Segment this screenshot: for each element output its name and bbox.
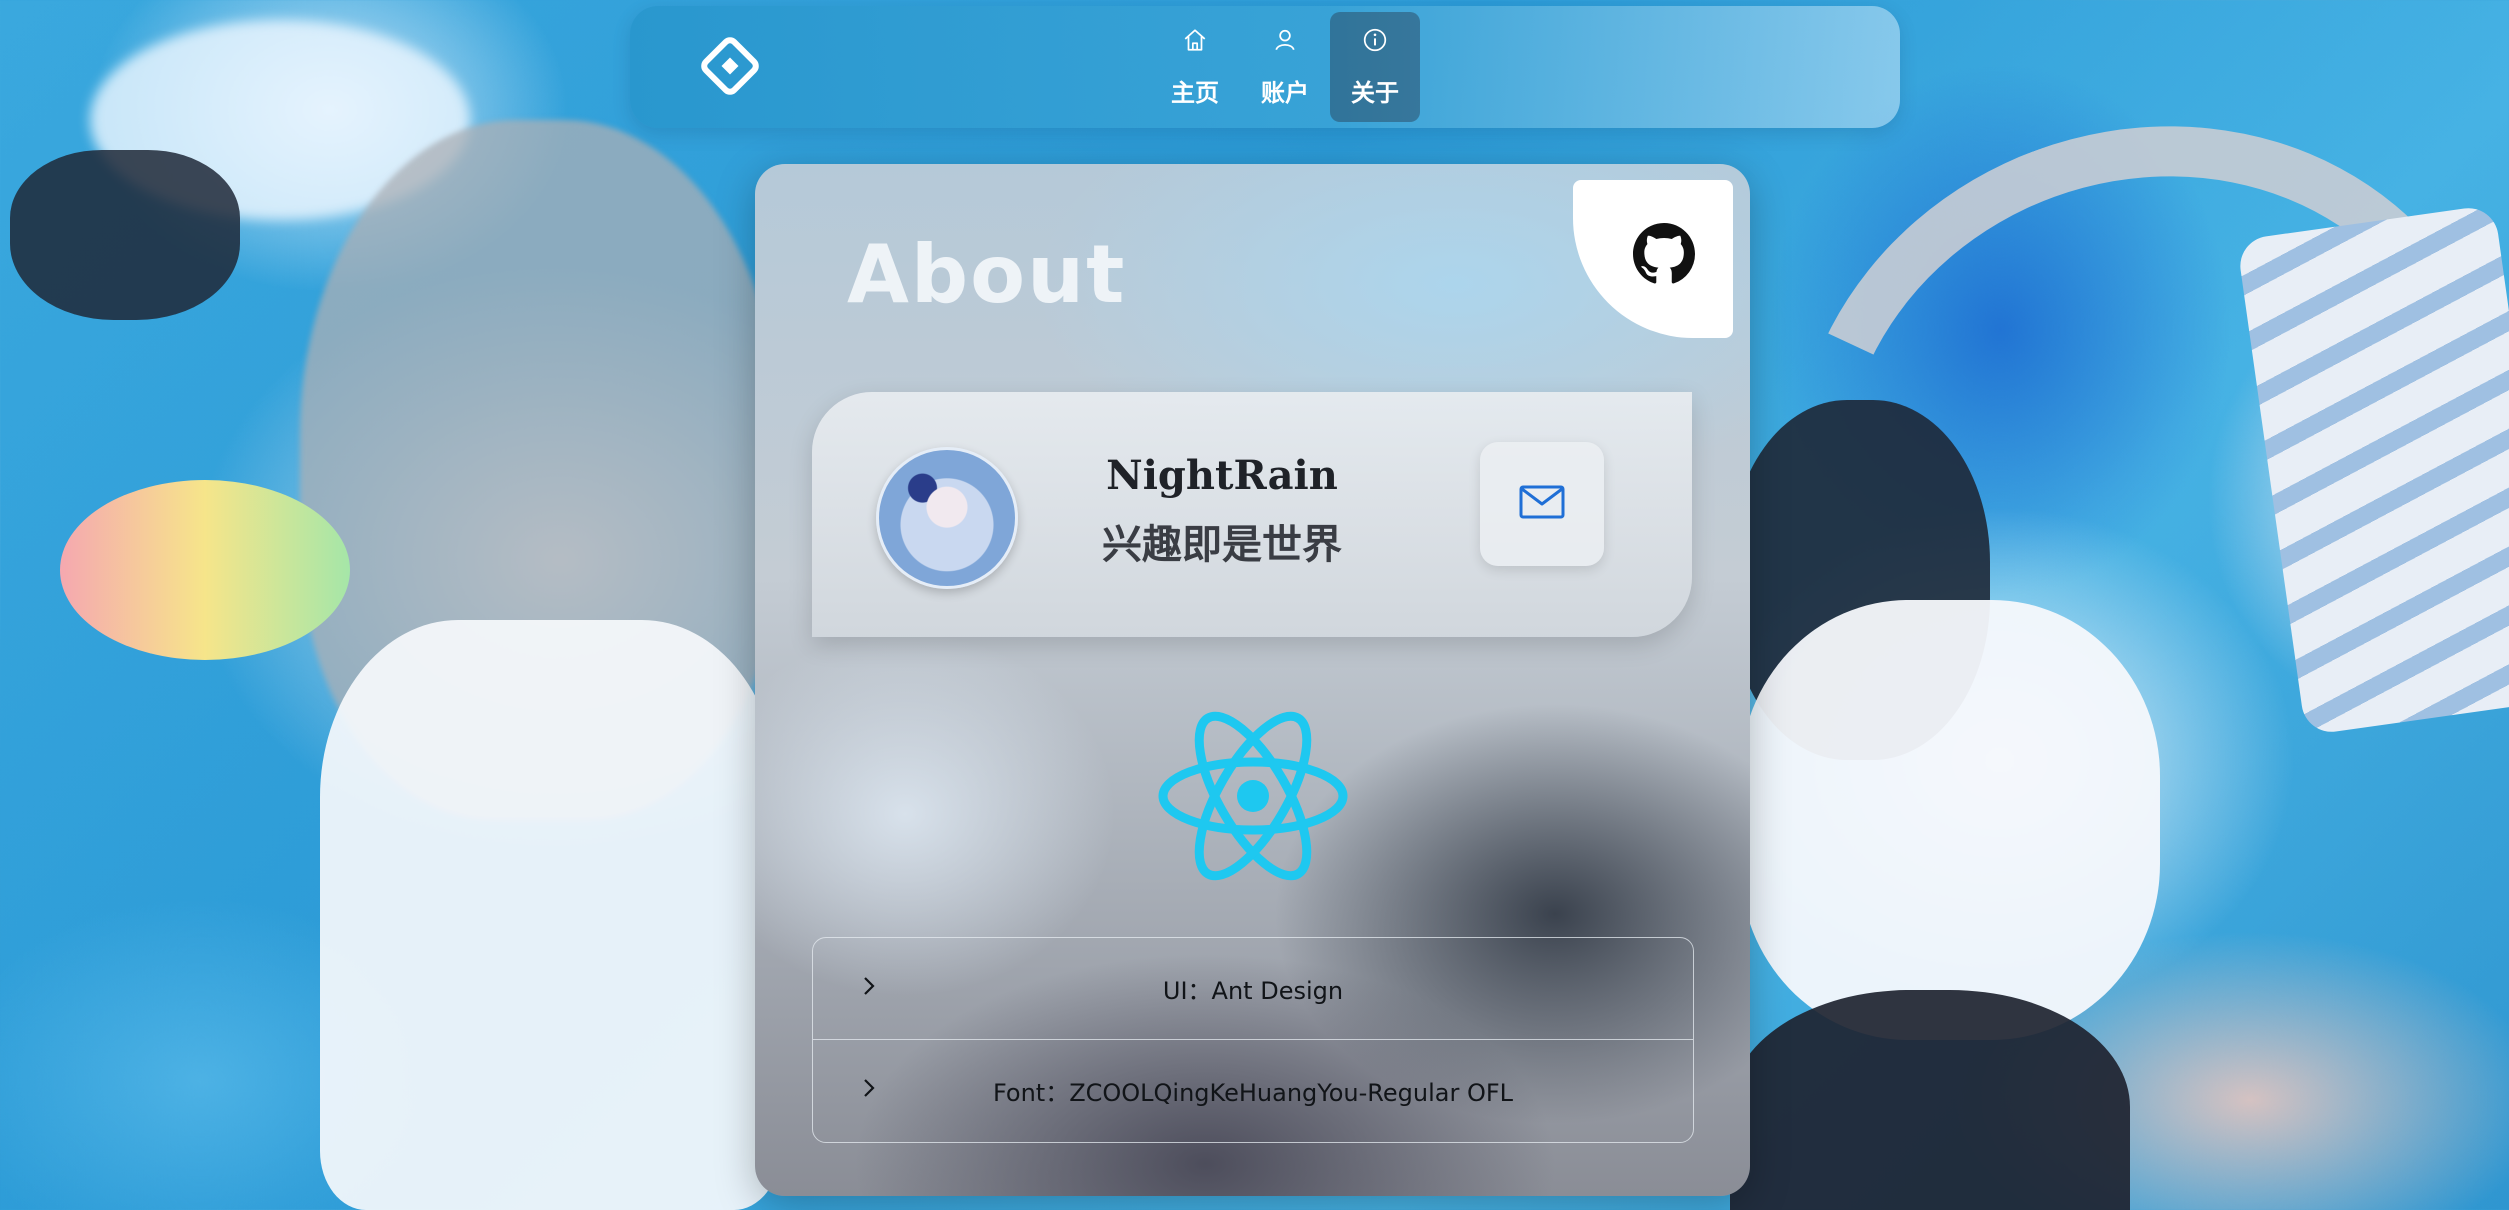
nav-menu: 主页 账户 关于 (1150, 12, 1420, 122)
nav-item-label: 账户 (1261, 78, 1309, 107)
chevron-right-icon (857, 1076, 881, 1100)
background-white-dress (1740, 600, 2160, 1040)
profile-motto: 兴趣即是世界 (1102, 522, 1342, 568)
nav-item-about[interactable]: 关于 (1330, 12, 1420, 122)
github-link[interactable] (1573, 180, 1733, 338)
profile-card: NightRain 兴趣即是世界 (812, 392, 1692, 637)
info-icon (1362, 27, 1388, 59)
nav-item-label: 关于 (1351, 78, 1399, 107)
email-button[interactable] (1480, 442, 1604, 566)
home-icon (1182, 27, 1208, 59)
collapse-item-label: Font：ZCOOLQingKeHuangYou-Regular OFL (992, 1079, 1514, 1107)
github-icon (1611, 223, 1695, 289)
nav-item-account[interactable]: 账户 (1240, 12, 1330, 122)
background-rainbow-plush (60, 480, 350, 660)
site-logo-icon[interactable] (700, 36, 760, 96)
collapse-item-font[interactable]: Font：ZCOOLQingKeHuangYou-Regular OFL (813, 1039, 1693, 1141)
info-collapse: UI：Ant Design Font：ZCOOLQingKeHuangYou-R… (812, 937, 1694, 1143)
background-cat-plush (10, 150, 240, 320)
profile-name: NightRain (1106, 452, 1338, 499)
react-logo-icon (1155, 704, 1351, 888)
collapse-item-label: UI：Ant Design (1162, 977, 1344, 1005)
chevron-right-icon (857, 974, 881, 998)
nav-item-home[interactable]: 主页 (1150, 12, 1240, 122)
user-icon (1272, 27, 1298, 59)
avatar (876, 447, 1018, 589)
page-title: About (847, 228, 1127, 321)
top-navbar: 主页 账户 关于 (630, 6, 1900, 128)
mail-icon (1519, 484, 1565, 524)
about-card: About NightRain 兴趣即是世界 UI：Ant Design Fon… (755, 164, 1750, 1196)
collapse-item-ui[interactable]: UI：Ant Design (813, 938, 1693, 1039)
background-black-cat-bottom (1730, 990, 2130, 1210)
nav-item-label: 主页 (1171, 78, 1219, 107)
background-character-sleeve (320, 620, 780, 1210)
